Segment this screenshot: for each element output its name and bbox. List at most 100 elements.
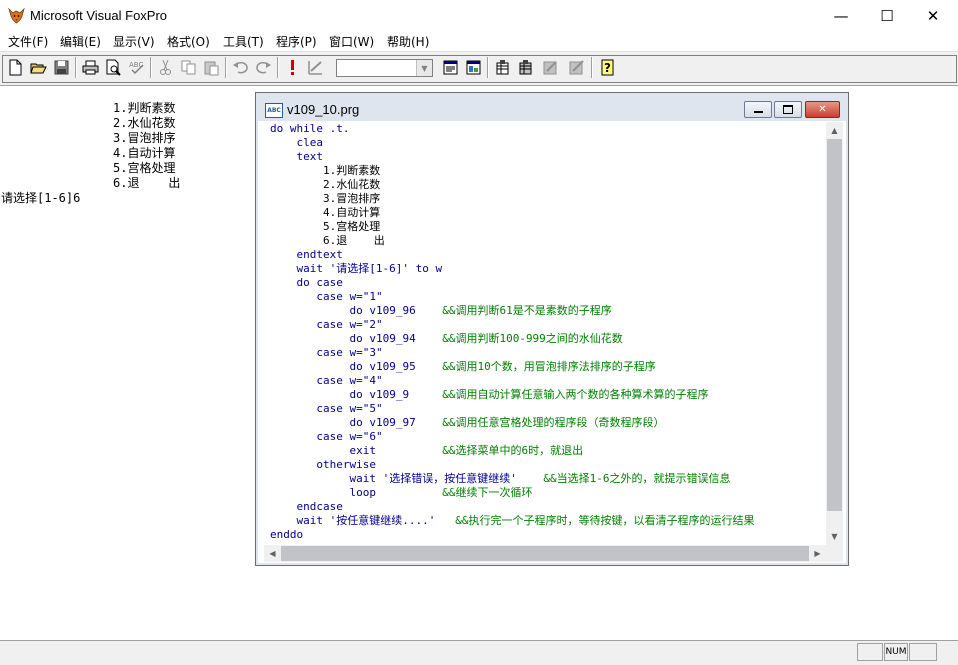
run-button[interactable] [282, 57, 303, 78]
output-line: 3.冒泡排序 [113, 131, 176, 145]
output-line: 5.宫格处理 [113, 161, 176, 175]
size-grip[interactable] [826, 545, 843, 562]
save-icon [54, 60, 69, 75]
object-combo[interactable]: ▼ [336, 59, 433, 77]
code-line: 6.退 出 [270, 234, 385, 248]
help-button[interactable]: ? [597, 57, 618, 78]
editor-minimize-button[interactable] [744, 101, 772, 118]
code-comment: &&选择菜单中的6时，就退出 [442, 444, 584, 457]
code-comment: &&当选择1-6之外的，就提示错误信息 [543, 472, 731, 485]
svg-text:ABC: ABC [129, 61, 143, 69]
editor-restore-button[interactable] [774, 101, 802, 118]
output-line: 6.退 出 [113, 176, 181, 190]
editor-close-button[interactable]: ✕ [805, 101, 840, 118]
code-text: otherwise [316, 458, 376, 471]
report-wizard-button[interactable] [566, 57, 587, 78]
scroll-down-arrow-icon[interactable]: ▼ [826, 528, 843, 545]
vertical-scrollbar[interactable]: ▲ ▼ [826, 122, 843, 545]
minimize-button[interactable]: — [818, 0, 864, 31]
code-text: endcase [296, 500, 343, 513]
code-line: case w="4" [270, 374, 382, 388]
code-line: 3.冒泡排序 [270, 192, 380, 206]
code-line: case w="5" [270, 402, 382, 416]
scroll-right-arrow-icon[interactable]: ▶ [809, 545, 826, 562]
open-button[interactable] [28, 57, 49, 78]
command-window-button[interactable] [440, 57, 461, 78]
code-text: 6.退 出 [322, 234, 385, 247]
maximize-button[interactable]: ☐ [864, 0, 910, 31]
form-wizard-icon [543, 61, 557, 75]
redo-button[interactable] [253, 57, 274, 78]
close-icon: ✕ [818, 104, 827, 115]
save-button[interactable] [51, 57, 72, 78]
code-line: do v109_94 &&调用判断100-999之间的水仙花数 [270, 332, 622, 346]
menu-view[interactable]: 显示(V) [113, 33, 155, 50]
code-line: loop &&继续下一次循环 [270, 486, 532, 500]
code-line: 5.宫格处理 [270, 220, 380, 234]
data-session-button[interactable] [492, 57, 513, 78]
view-window-button[interactable] [463, 57, 484, 78]
program-editor-window[interactable]: ABC v109_10.prg ✕ do while .t. clea text… [255, 92, 849, 566]
code-line: do case [270, 276, 343, 290]
code-text: case w="1" [316, 290, 383, 303]
print-preview-button[interactable] [103, 57, 124, 78]
view-window-icon [466, 60, 481, 75]
code-line: do v109_9 &&调用自动计算任意输入两个数的各种算术算的子程序 [270, 388, 708, 402]
form-wizard-button[interactable] [540, 57, 561, 78]
undo-button[interactable] [230, 57, 251, 78]
toolbar-separator [225, 57, 227, 78]
toolbar-separator [487, 57, 489, 78]
open-icon [30, 63, 47, 74]
menu-program[interactable]: 程序(P) [276, 33, 317, 50]
code-text: 2.水仙花数 [322, 178, 381, 191]
code-text: 5.宫格处理 [322, 220, 381, 233]
scroll-up-arrow-icon[interactable]: ▲ [826, 122, 843, 139]
modify-form-button[interactable] [305, 57, 326, 78]
copy-button[interactable] [178, 57, 199, 78]
menu-tools[interactable]: 工具(T) [223, 33, 264, 50]
close-button[interactable]: ✕ [910, 0, 956, 31]
code-line: do v109_95 &&调用10个数，用冒泡排序法排序的子程序 [270, 360, 656, 374]
menu-format[interactable]: 格式(O) [167, 33, 210, 50]
code-text: wait '按任意键继续....' [296, 514, 456, 527]
vertical-scroll-thumb[interactable] [827, 139, 842, 511]
menu-help[interactable]: 帮助(H) [387, 33, 429, 50]
print-preview-icon [106, 59, 121, 76]
code-text: 3.冒泡排序 [322, 192, 381, 205]
print-button[interactable] [80, 57, 101, 78]
cut-button[interactable] [155, 57, 176, 78]
app-title: Microsoft Visual FoxPro [30, 8, 168, 23]
code-comment: &&调用10个数，用冒泡排序法排序的子程序 [442, 360, 656, 373]
menu-file[interactable]: 文件(F) [8, 33, 48, 50]
database-designer-button[interactable] [515, 57, 536, 78]
menu-window[interactable]: 窗口(W) [329, 33, 374, 50]
paste-button[interactable] [201, 57, 222, 78]
data-session-icon [496, 60, 509, 75]
spell-check-button[interactable]: ABC [126, 57, 147, 78]
svg-text:?: ? [604, 61, 611, 75]
editor-title: v109_10.prg [287, 102, 360, 117]
horizontal-scroll-thumb[interactable] [281, 546, 809, 561]
close-icon: ✕ [926, 6, 940, 25]
code-editor[interactable]: do while .t. clea text 1.判断素数 2.水仙花数 3.冒… [264, 122, 824, 544]
code-text: wait '请选择[1-6]' to w [296, 262, 443, 275]
new-button[interactable] [5, 57, 26, 78]
code-comment: &&调用判断61是不是素数的子程序 [442, 304, 612, 317]
chevron-down-icon[interactable]: ▼ [416, 60, 432, 76]
database-designer-icon [519, 60, 532, 75]
code-comment: &&继续下一次循环 [442, 486, 533, 499]
status-pane-num: NUM [884, 643, 908, 661]
menu-edit[interactable]: 编辑(E) [60, 33, 101, 50]
editor-title-bar[interactable]: ABC v109_10.prg ✕ [258, 95, 846, 121]
title-bar: Microsoft Visual FoxPro — ☐ ✕ [0, 0, 958, 31]
scroll-left-arrow-icon[interactable]: ◀ [264, 545, 281, 562]
horizontal-scrollbar[interactable]: ◀ ▶ [264, 545, 826, 562]
